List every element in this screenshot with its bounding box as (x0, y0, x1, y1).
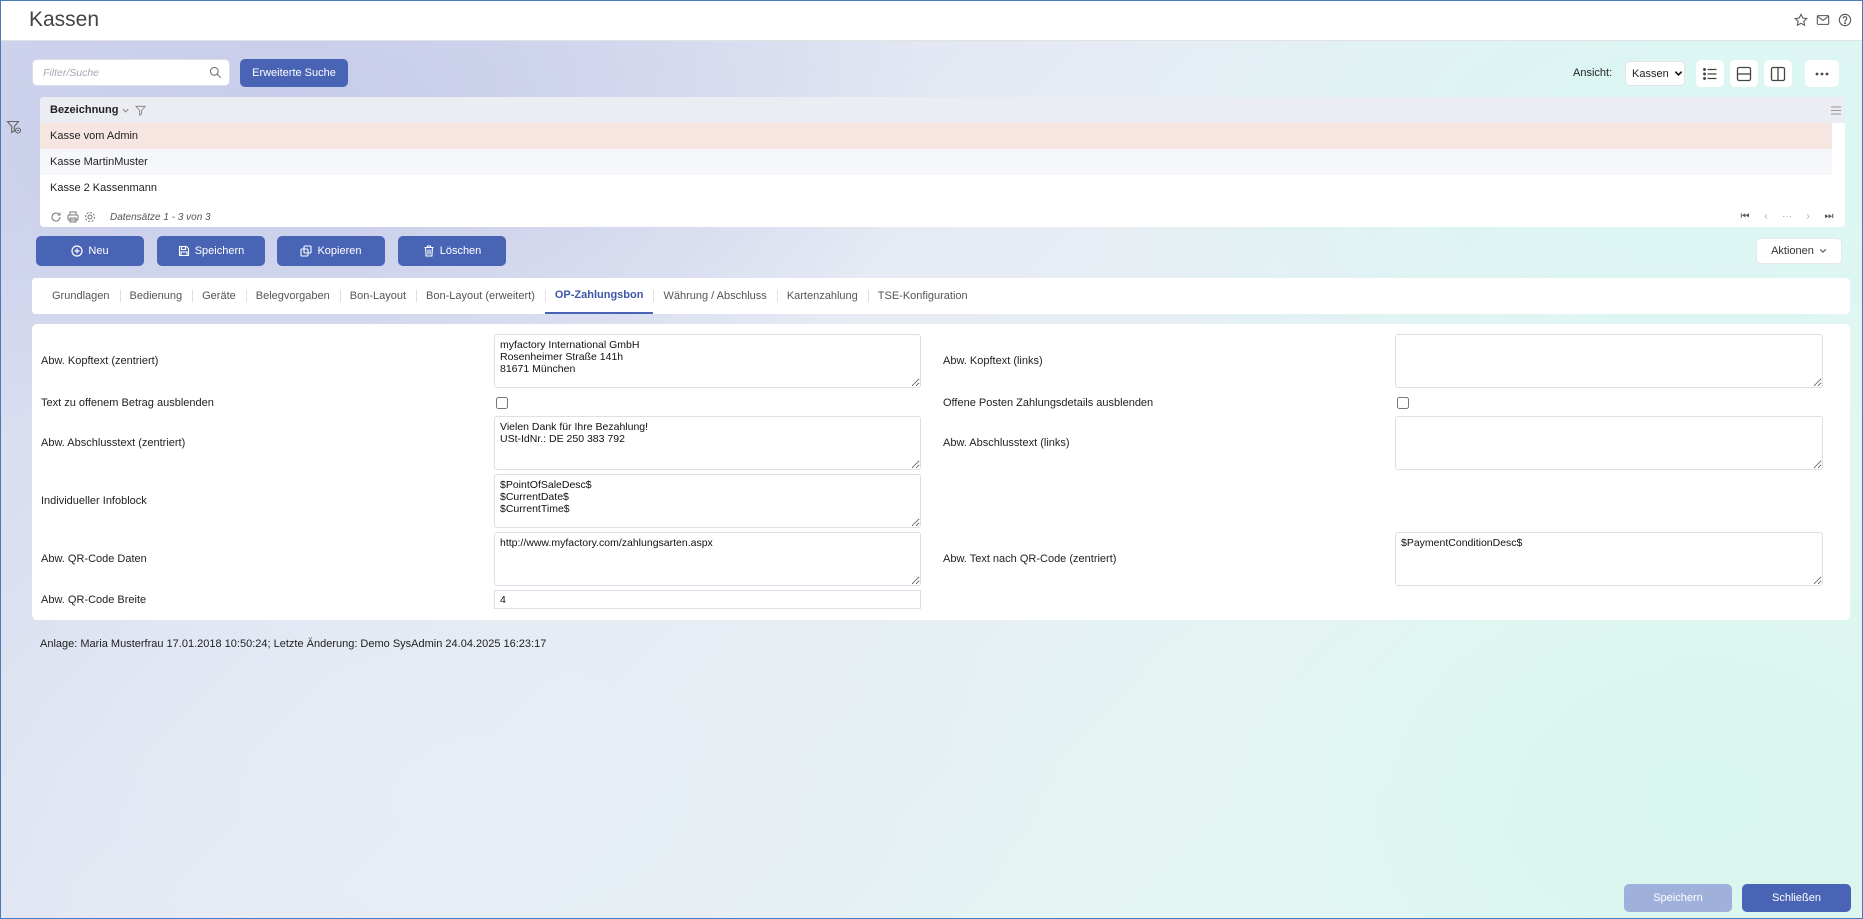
page-ellipsis-icon[interactable]: ··· (1781, 211, 1793, 223)
text-offener-betrag-checkbox[interactable] (496, 397, 508, 409)
tab-grundlagen[interactable]: Grundlagen (42, 278, 120, 314)
tab-bedienung[interactable]: Bedienung (119, 278, 193, 314)
help-icon[interactable] (1838, 13, 1852, 27)
view-select[interactable]: Kassen (1625, 61, 1685, 86)
title-icons (1794, 13, 1852, 27)
grid-header[interactable]: Bezeichnung (40, 97, 1845, 123)
text-nach-qr-field[interactable]: $PaymentConditionDesc$ (1395, 532, 1823, 586)
filter-sidebar-icon[interactable] (6, 119, 22, 135)
qr-breite-field[interactable] (494, 590, 921, 609)
abschlusstext-links-field[interactable] (1395, 416, 1823, 470)
kopftext-links-label: Abw. Kopftext (links) (943, 355, 1043, 367)
extended-search-label: Erweiterte Suche (252, 67, 336, 79)
column-menu-icon[interactable] (1831, 106, 1841, 115)
copy-button[interactable]: Kopieren (277, 236, 385, 266)
trash-icon (424, 245, 434, 257)
pager: ⏮ ‹ ··· › ⏭ (1739, 211, 1835, 223)
new-button[interactable]: Neu (36, 236, 144, 266)
table-row[interactable]: Kasse vom Admin (40, 123, 1832, 149)
table-row[interactable]: Kasse 2 Kassenmann (40, 175, 1832, 201)
more-options-button[interactable] (1805, 60, 1839, 87)
qr-daten-label: Abw. QR-Code Daten (41, 553, 147, 565)
chevron-down-icon (1674, 71, 1682, 76)
vertical-split-icon (1770, 66, 1786, 81)
next-page-icon[interactable]: › (1802, 211, 1814, 223)
close-button[interactable]: Schließen (1742, 884, 1851, 912)
tab-bar: Grundlagen Bedienung Geräte Belegvorgabe… (32, 278, 1850, 314)
title-bar: Kassen (1, 1, 1862, 41)
print-icon[interactable] (67, 211, 79, 223)
settings-icon[interactable] (84, 211, 96, 223)
tab-tse-konfiguration[interactable]: TSE-Konfiguration (867, 278, 978, 314)
list-view-button[interactable] (1696, 60, 1724, 87)
search-input[interactable] (33, 60, 203, 85)
op-zahlungsdetails-checkbox[interactable] (1397, 397, 1409, 409)
vertical-split-button[interactable] (1764, 60, 1792, 87)
row-label: Kasse vom Admin (50, 130, 139, 142)
abschlusstext-zentriert-label: Abw. Abschlusstext (zentriert) (41, 437, 186, 449)
copy-button-label: Kopieren (317, 245, 362, 257)
actions-dropdown-label: Aktionen (1771, 245, 1814, 257)
abschlusstext-links-label: Abw. Abschlusstext (links) (943, 437, 1070, 449)
row-label: Kasse MartinMuster (50, 156, 148, 168)
sort-chevron-icon[interactable] (121, 106, 130, 115)
infoblock-label: Individueller Infoblock (41, 495, 147, 507)
form-panel: Abw. Kopftext (zentriert) myfactory Inte… (32, 324, 1850, 620)
tab-bon-layout[interactable]: Bon-Layout (339, 278, 416, 314)
text-nach-qr-label: Abw. Text nach QR-Code (zentriert) (943, 553, 1117, 565)
grid-footer: Datensätze 1 - 3 von 3 ⏮ ‹ ··· › ⏭ (40, 208, 1845, 226)
list-view-icon (1703, 67, 1717, 80)
tab-bon-layout-erweitert[interactable]: Bon-Layout (erweitert) (416, 278, 545, 314)
first-page-icon[interactable]: ⏮ (1739, 211, 1751, 223)
prev-page-icon[interactable]: ‹ (1760, 211, 1772, 223)
kopftext-zentriert-field[interactable]: myfactory International GmbH Rosenheimer… (494, 334, 921, 388)
abschlusstext-zentriert-field[interactable]: Vielen Dank für Ihre Bezahlung! USt-IdNr… (494, 416, 921, 470)
delete-button-label: Löschen (439, 245, 482, 257)
mail-icon[interactable] (1816, 13, 1830, 27)
text-offener-betrag-label: Text zu offenem Betrag ausblenden (41, 397, 214, 409)
search-box (32, 59, 230, 86)
extended-search-button[interactable]: Erweiterte Suche (240, 59, 348, 87)
view-label: Ansicht: (1573, 67, 1613, 79)
tab-geraete[interactable]: Geräte (192, 278, 246, 314)
record-count: Datensätze 1 - 3 von 3 (110, 211, 211, 223)
qr-breite-label: Abw. QR-Code Breite (41, 594, 147, 606)
more-icon (1815, 72, 1829, 75)
plus-circle-icon (71, 245, 84, 257)
record-info: Anlage: Maria Musterfrau 17.01.2018 10:5… (40, 638, 547, 650)
save-icon (178, 245, 189, 257)
table-row[interactable]: Kasse MartinMuster (40, 149, 1832, 175)
tab-op-zahlungsbon[interactable]: OP-Zahlungsbon (544, 278, 654, 314)
row-label: Kasse 2 Kassenmann (50, 182, 158, 194)
last-page-icon[interactable]: ⏭ (1823, 211, 1835, 223)
infoblock-field[interactable]: $PointOfSaleDesc$ $CurrentDate$ $Current… (494, 474, 921, 528)
chevron-down-icon (1819, 249, 1827, 253)
actions-dropdown[interactable]: Aktionen (1756, 238, 1842, 264)
tab-belegvorgaben[interactable]: Belegvorgaben (245, 278, 340, 314)
refresh-icon[interactable] (50, 211, 62, 223)
op-zahlungsdetails-label: Offene Posten Zahlungsdetails ausblenden (943, 397, 1154, 409)
data-grid: Bezeichnung Kasse vom Admin Kasse Martin… (40, 97, 1845, 227)
save-button[interactable]: Speichern (157, 236, 265, 266)
tab-waehrung-abschluss[interactable]: Währung / Abschluss (653, 278, 776, 314)
column-filter-icon[interactable] (135, 105, 147, 116)
view-select-value: Kassen (1632, 67, 1669, 80)
star-icon[interactable] (1794, 13, 1808, 27)
page-title: Kassen (29, 8, 100, 31)
delete-button[interactable]: Löschen (398, 236, 506, 266)
tab-kartenzahlung[interactable]: Kartenzahlung (776, 278, 868, 314)
save-button-label: Speichern (194, 245, 245, 257)
kopftext-zentriert-label: Abw. Kopftext (zentriert) (41, 355, 159, 367)
search-icon[interactable] (209, 66, 222, 79)
horizontal-split-button[interactable] (1730, 60, 1758, 87)
horizontal-split-icon (1736, 66, 1752, 81)
new-button-label: Neu (88, 245, 109, 257)
copy-icon (300, 245, 313, 257)
bottom-save-button[interactable]: Speichern (1624, 884, 1732, 912)
column-header-bezeichnung[interactable]: Bezeichnung (50, 104, 118, 116)
qr-daten-field[interactable]: http://www.myfactory.com/zahlungsarten.a… (494, 532, 921, 586)
kopftext-links-field[interactable] (1395, 334, 1823, 388)
